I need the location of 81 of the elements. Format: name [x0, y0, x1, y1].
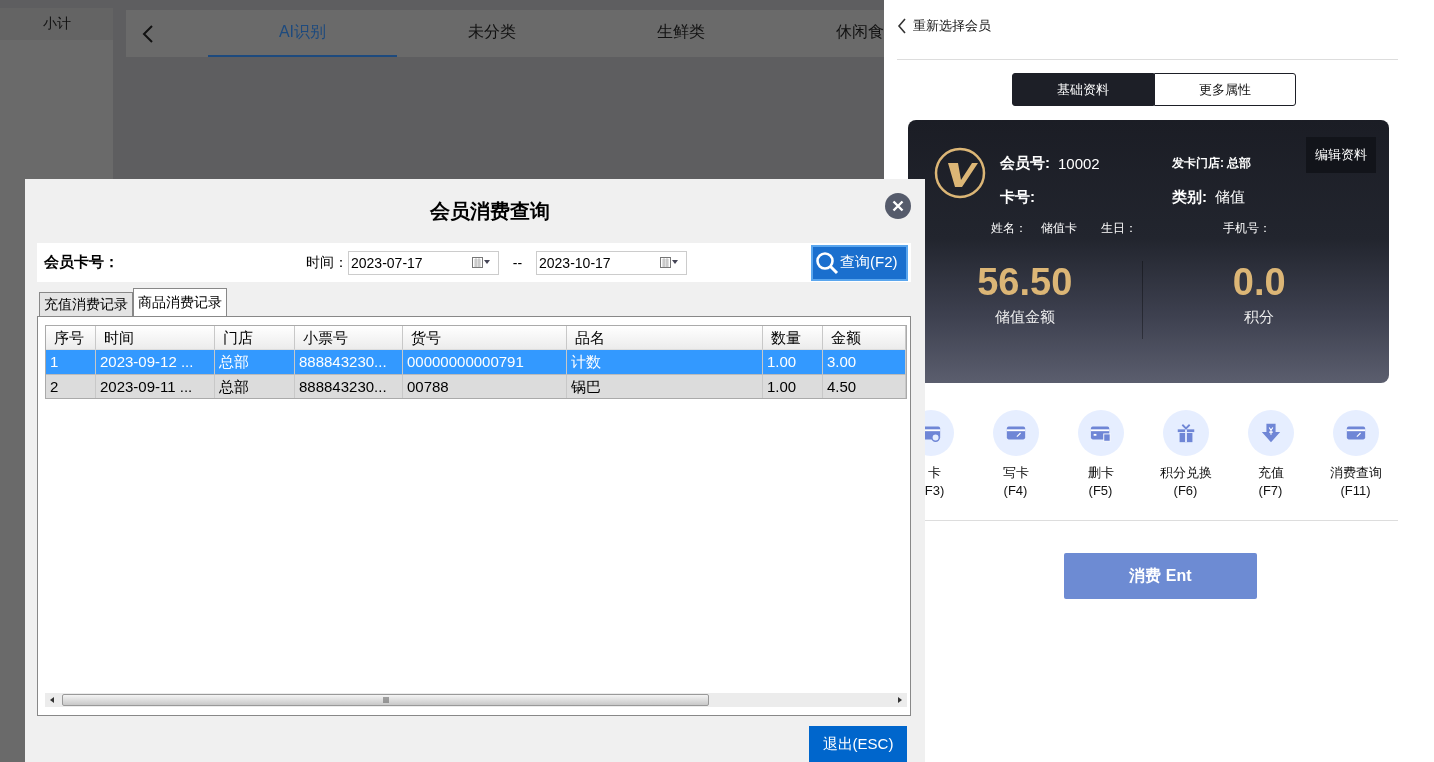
- calendar-dropdown-icon[interactable]: [660, 256, 680, 269]
- column-label: 小计: [42, 15, 71, 33]
- action-button[interactable]: [1332, 410, 1379, 456]
- shortcut-label: (F7): [1258, 482, 1283, 500]
- balance-label: 储值金额: [994, 308, 1055, 327]
- edit-button[interactable]: 编辑资料: [1306, 137, 1376, 173]
- yen-arrow-icon: [1259, 422, 1282, 444]
- exit-button[interactable]: 退出(ESC): [809, 726, 907, 762]
- table-cell: 2023-09-11 ...: [96, 374, 215, 398]
- shortcut-label: F3): [924, 482, 945, 500]
- record-tab[interactable]: 商品消费记录: [133, 288, 227, 316]
- field-label: 姓名：: [991, 220, 1027, 237]
- profile-tab[interactable]: 更多属性: [1153, 73, 1296, 106]
- date-separator: --: [511, 254, 524, 271]
- table-cell: 总部: [215, 374, 295, 398]
- search-icon: [815, 250, 839, 275]
- field-label: 手机号：: [1223, 220, 1271, 237]
- action-label: 充值: [1257, 464, 1284, 482]
- table-cell: 计数: [567, 350, 763, 374]
- query-button[interactable]: 查询(F2): [811, 244, 908, 281]
- table-cell: 锅巴: [567, 374, 763, 398]
- column-header: 货号: [403, 326, 567, 350]
- field-label: 类别:: [1172, 187, 1207, 207]
- table-cell: 总部: [215, 350, 295, 374]
- action-label: 积分兑换: [1159, 464, 1212, 482]
- points-value: 0.0: [1232, 261, 1286, 304]
- table-cell: 3.00: [823, 350, 906, 374]
- dialog-title: 会员消费查询: [429, 198, 550, 224]
- horizontal-scrollbar[interactable]: [45, 693, 907, 707]
- store-label: 发卡门店: 总部: [1172, 154, 1252, 172]
- points-label: 积分: [1244, 308, 1275, 327]
- table-cell: 2023-09-12 ...: [96, 350, 215, 374]
- table-cell: 1.00: [763, 374, 823, 398]
- table-cell[interactable]: 2: [46, 374, 96, 398]
- column-header: 品名: [567, 326, 763, 350]
- column-header: 数量: [763, 326, 823, 350]
- time-label: 时间：: [306, 253, 348, 272]
- field-value: 10002: [1058, 154, 1100, 172]
- action-label: 消费查询: [1329, 464, 1382, 482]
- table-cell: 1.00: [763, 350, 823, 374]
- column-header: 小票号: [295, 326, 403, 350]
- category-tab[interactable]: 生鲜类: [586, 10, 775, 57]
- table-cell: 888843230...: [295, 374, 403, 398]
- shortcut-label: (F11): [1340, 482, 1371, 500]
- shortcut-label: (F5): [1088, 482, 1113, 500]
- table-cell: 4.50: [823, 374, 906, 398]
- close-icon[interactable]: [885, 193, 911, 219]
- card-number-label: 会员卡号：: [44, 253, 120, 272]
- field-label: 卡号:: [1000, 187, 1035, 207]
- calendar-dropdown-icon[interactable]: [472, 256, 492, 269]
- table-cell: 00000000000791: [403, 350, 567, 374]
- field-label: 生日：: [1101, 220, 1137, 237]
- action-button[interactable]: [1077, 410, 1124, 456]
- column-header: 金额: [823, 326, 906, 350]
- table-cell: 00788: [403, 374, 567, 398]
- shortcut-label: (F4): [1003, 482, 1028, 500]
- column-header: 序号: [46, 326, 96, 350]
- field-label: 会员号:: [1000, 153, 1050, 173]
- column-header: 门店: [215, 326, 295, 350]
- category-tab[interactable]: 未分类: [397, 10, 586, 57]
- action-label: 删卡: [1087, 464, 1114, 482]
- profile-tab[interactable]: 基础资料: [1011, 73, 1154, 106]
- back-chevron-icon[interactable]: [897, 18, 907, 34]
- shortcut-label: (F6): [1173, 482, 1198, 500]
- date-field[interactable]: 2023-07-17: [348, 250, 499, 275]
- action-button[interactable]: [992, 410, 1039, 456]
- action-label: 卡: [928, 464, 941, 482]
- category-tab[interactable]: 休闲食: [775, 10, 884, 57]
- column-header: 时间: [96, 326, 215, 350]
- table-cell: 888843230...: [295, 350, 403, 374]
- scrollbar-thumb[interactable]: [62, 694, 709, 706]
- field-value: 储值: [1215, 187, 1245, 207]
- field-value: 储值卡: [1041, 220, 1077, 237]
- action-button[interactable]: [1162, 410, 1209, 456]
- action-label: 写卡: [1002, 464, 1029, 482]
- v-logo-icon: [934, 147, 986, 199]
- date-field[interactable]: 2023-10-17: [536, 250, 687, 275]
- record-tab[interactable]: 充值消费记录: [39, 292, 133, 316]
- back-link[interactable]: 重新选择会员: [913, 17, 991, 35]
- action-button[interactable]: [1247, 410, 1294, 456]
- balance-value: 56.50: [977, 261, 1073, 304]
